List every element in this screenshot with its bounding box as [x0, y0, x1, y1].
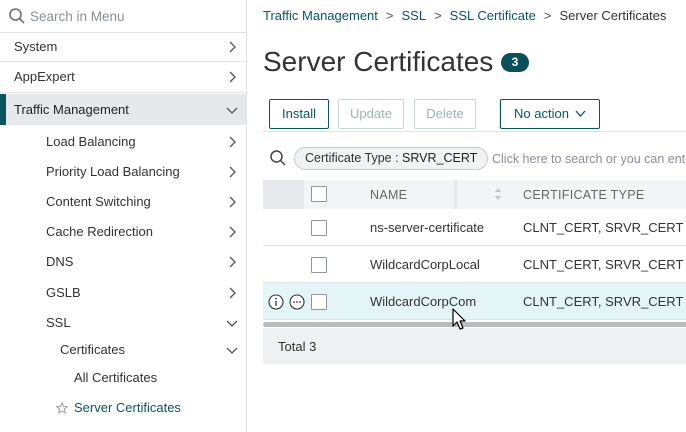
- filter-bar[interactable]: Certificate Type : SRVR_CERT Click here …: [263, 140, 686, 176]
- chevron-right-icon: [229, 287, 236, 299]
- table-row[interactable]: WildcardCorpCom CLNT_CERT, SRVR_CERT: [263, 283, 686, 320]
- sidebar-item-label: Priority Load Balancing: [46, 164, 180, 179]
- action-dropdown-label: No action: [514, 106, 569, 121]
- sidebar-item-label: Content Switching: [46, 194, 151, 209]
- star-icon[interactable]: [56, 402, 68, 414]
- sidebar-item-label: Server Certificates: [74, 400, 181, 415]
- cell-certificate-type: CLNT_CERT, SRVR_CERT: [523, 220, 684, 235]
- cell-name: ns-server-certificate: [370, 220, 485, 235]
- action-dropdown[interactable]: No action: [500, 99, 600, 129]
- sidebar-item-load-balancing[interactable]: Load Balancing: [0, 127, 246, 157]
- sidebar-item-ssl[interactable]: SSL: [0, 308, 246, 338]
- chevron-right-icon: [229, 71, 236, 83]
- filter-chip-key: Certificate Type :: [305, 151, 403, 165]
- cell-name: WildcardCorpLocal: [370, 257, 480, 272]
- count-badge: 3: [501, 53, 529, 72]
- sidebar-item-content-switching[interactable]: Content Switching: [0, 187, 246, 217]
- chevron-down-icon: [226, 347, 238, 354]
- table-row[interactable]: WildcardCorpLocal CLNT_CERT, SRVR_CERT: [263, 246, 686, 283]
- active-indicator: [0, 94, 6, 125]
- page-title: Server Certificates: [263, 46, 494, 77]
- sidebar-item-label: DNS: [46, 254, 74, 269]
- chevron-right-icon: >: [385, 8, 394, 23]
- cell-certificate-type: CLNT_CERT, SRVR_CERT: [523, 294, 684, 309]
- chevron-right-icon: [229, 166, 236, 178]
- table-row[interactable]: ns-server-certificate CLNT_CERT, SRVR_CE…: [263, 209, 686, 246]
- more-options-icon[interactable]: [289, 294, 305, 310]
- sidebar-item-cache-redirection[interactable]: Cache Redirection: [0, 217, 246, 247]
- sidebar-item-label: System: [14, 39, 58, 54]
- sidebar-item-label: All Certificates: [74, 370, 158, 385]
- sidebar-item-appexpert[interactable]: AppExpert: [0, 62, 246, 92]
- sort-icon[interactable]: [494, 187, 502, 201]
- install-button[interactable]: Install: [269, 99, 329, 129]
- sidebar-item-label: SSL: [46, 315, 71, 330]
- divider: [0, 92, 246, 93]
- sidebar-item-server-certificates[interactable]: Server Certificates: [0, 393, 246, 423]
- app-root: Search in Menu System AppExpert Traffic …: [0, 0, 686, 432]
- select-all-checkbox[interactable]: [311, 186, 327, 202]
- filter-chip-value: SRVR_CERT: [402, 151, 478, 165]
- sidebar-item-system[interactable]: System: [0, 32, 246, 62]
- mouse-cursor-icon: [452, 308, 466, 330]
- chevron-down-icon: [226, 107, 238, 114]
- column-header-certificate-type[interactable]: CERTIFICATE TYPE: [523, 188, 645, 202]
- sidebar-item-all-certificates[interactable]: All Certificates: [0, 363, 246, 393]
- chevron-right-icon: [229, 196, 236, 208]
- sidebar-item-certificates[interactable]: Certificates: [0, 335, 246, 365]
- sidebar-item-label: AppExpert: [14, 69, 75, 84]
- sidebar-item-label: Traffic Management: [14, 102, 129, 117]
- sidebar-item-gslb[interactable]: GSLB: [0, 278, 246, 308]
- breadcrumb-link[interactable]: SSL: [401, 8, 426, 23]
- chevron-right-icon: [229, 41, 236, 53]
- toolbar: Install Update Delete No action: [263, 91, 686, 132]
- sidebar-item-label: GSLB: [46, 285, 81, 300]
- menu-search[interactable]: Search in Menu: [0, 0, 246, 33]
- breadcrumb-current: Server Certificates: [559, 8, 667, 23]
- sidebar-item-label: Certificates: [60, 342, 126, 357]
- sidebar-item-dns[interactable]: DNS: [0, 247, 246, 277]
- chevron-down-icon: [226, 320, 238, 327]
- row-checkbox[interactable]: [311, 220, 327, 236]
- chevron-right-icon: >: [543, 8, 552, 23]
- sidebar-item-label: Load Balancing: [46, 134, 136, 149]
- sidebar: Search in Menu System AppExpert Traffic …: [0, 0, 247, 432]
- breadcrumb-link[interactable]: SSL Certificate: [450, 8, 536, 23]
- sidebar-item-traffic-management[interactable]: Traffic Management: [0, 94, 246, 125]
- search-icon: [9, 8, 25, 24]
- update-button[interactable]: Update: [338, 99, 404, 129]
- main-content: Traffic Management > SSL > SSL Certificate > S…: [248, 0, 686, 432]
- sidebar-item-label: Cache Redirection: [46, 224, 153, 239]
- menu-search-placeholder[interactable]: Search in Menu: [30, 9, 125, 24]
- row-checkbox[interactable]: [311, 294, 327, 310]
- breadcrumb: Traffic Management > SSL > SSL Certificate > S…: [263, 8, 666, 23]
- chevron-right-icon: [229, 256, 236, 268]
- chevron-right-icon: [229, 226, 236, 238]
- horizontal-scrollbar[interactable]: [263, 322, 686, 327]
- column-header-name[interactable]: NAME: [370, 188, 407, 202]
- cell-certificate-type: CLNT_CERT, SRVR_CERT: [523, 257, 684, 272]
- row-checkbox[interactable]: [311, 257, 327, 273]
- sidebar-item-priority-load-balancing[interactable]: Priority Load Balancing: [0, 157, 246, 187]
- search-icon: [270, 150, 286, 166]
- filter-chip[interactable]: Certificate Type : SRVR_CERT: [294, 147, 489, 170]
- total-count: Total 3: [278, 339, 317, 354]
- delete-button[interactable]: Delete: [414, 99, 476, 129]
- chevron-right-icon: [229, 136, 236, 148]
- info-icon[interactable]: [268, 294, 284, 310]
- cell-name: WildcardCorpCom: [370, 294, 477, 309]
- breadcrumb-link[interactable]: Traffic Management: [263, 8, 378, 23]
- table-header: NAME CERTIFICATE TYPE: [263, 180, 686, 209]
- chevron-right-icon: >: [434, 8, 442, 23]
- chevron-down-icon: [575, 110, 586, 117]
- table-footer: Total 3: [263, 328, 686, 364]
- filter-input-placeholder[interactable]: Click here to search or you can enter Ke…: [492, 152, 686, 166]
